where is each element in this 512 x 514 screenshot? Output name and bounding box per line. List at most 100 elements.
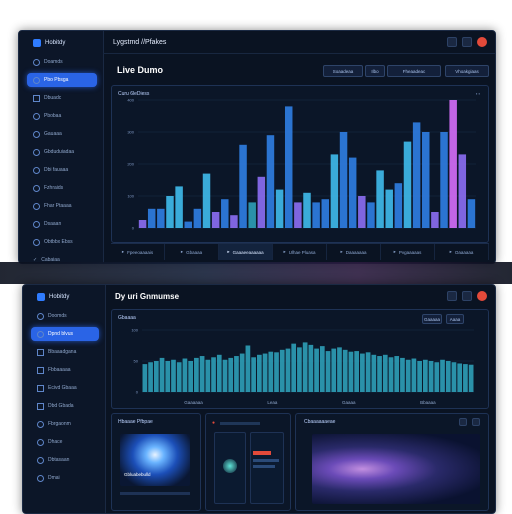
chart-bar[interactable] (394, 183, 403, 228)
chart-bar[interactable] (205, 359, 211, 392)
chart-bar[interactable] (194, 357, 199, 392)
chart-bar[interactable] (382, 354, 388, 392)
expand-icon[interactable] (459, 418, 467, 426)
chart-bar[interactable] (245, 345, 251, 393)
chart-bar[interactable] (449, 100, 457, 228)
chart-bar[interactable] (354, 351, 360, 392)
chart-bar[interactable] (175, 186, 183, 228)
tab[interactable]: ▸ Oaaaaaa (435, 244, 489, 260)
sidebar-item[interactable]: Doomds (31, 309, 99, 323)
chart-bar[interactable] (457, 363, 463, 392)
toolbar-button-1[interactable]: Soaadeaa (323, 65, 363, 77)
chart-bar[interactable] (422, 359, 428, 392)
sidebar-item[interactable]: Dpnd blvus (31, 327, 99, 341)
sidebar-item[interactable]: Fbrgaonm (31, 417, 99, 431)
user-icon[interactable] (462, 291, 472, 301)
chart-bar[interactable] (417, 361, 422, 392)
chart-bar[interactable] (216, 354, 222, 392)
chart-bar[interactable] (176, 362, 182, 392)
sidebar-item[interactable]: Dbd Gbada (31, 399, 99, 413)
chart-bar[interactable] (211, 357, 216, 392)
chart-bar[interactable] (458, 154, 467, 228)
chart-bar[interactable] (248, 202, 256, 228)
chart-bar[interactable] (451, 362, 457, 392)
app-logo[interactable]: Hobitdy (33, 39, 65, 47)
chart-bar[interactable] (337, 347, 342, 392)
settings-icon[interactable] (462, 37, 472, 47)
chart-bar[interactable] (422, 132, 430, 228)
chart-bar[interactable] (268, 351, 274, 392)
chart-bar[interactable] (431, 212, 439, 228)
chart-bar[interactable] (463, 364, 468, 392)
chart-bar[interactable] (184, 221, 192, 228)
chart-bar[interactable] (291, 343, 297, 392)
close-icon[interactable] (477, 291, 487, 301)
chart-bar[interactable] (157, 208, 165, 228)
chart-bar[interactable] (434, 362, 440, 392)
chart-bar[interactable] (239, 353, 245, 392)
chart-bar[interactable] (251, 357, 256, 392)
chart-bar[interactable] (348, 351, 354, 392)
chart-bar[interactable] (199, 356, 205, 392)
chart-bar[interactable] (468, 364, 474, 392)
chart-bar[interactable] (138, 220, 147, 228)
chart-bar[interactable] (377, 356, 382, 392)
chart-bar[interactable] (440, 359, 445, 392)
sidebar-item[interactable]: Pbo Pbsga (27, 73, 97, 87)
toolbar-button-3[interactable]: Fheaadeac (387, 65, 441, 77)
tab[interactable]: ▸ Gaaaeeaaaaaa (219, 244, 273, 260)
chart-bar[interactable] (257, 176, 266, 228)
chart-bar[interactable] (319, 346, 325, 392)
tab[interactable]: ▸ Fpeeoaaaais (111, 244, 165, 260)
chart-bar[interactable] (202, 173, 211, 228)
chart-bar[interactable] (339, 132, 348, 228)
chart-bar[interactable] (166, 196, 174, 228)
chart-bar[interactable] (312, 202, 320, 228)
chart-bar[interactable] (165, 361, 171, 392)
sidebar-item[interactable]: Pbobaa (27, 109, 97, 123)
chart-bar[interactable] (412, 122, 421, 228)
sidebar-item[interactable]: Dbtasaan (31, 453, 99, 467)
chart-bar[interactable] (331, 348, 337, 392)
chart-bar[interactable] (445, 361, 451, 392)
chart-bar[interactable] (388, 357, 394, 392)
tab[interactable]: ▸ Ulhae Pluasa (273, 244, 327, 260)
chart-bar[interactable] (275, 189, 284, 228)
toolbar-button-4[interactable]: Vhoakgiaas (445, 65, 489, 77)
chart-bar[interactable] (222, 359, 228, 392)
sidebar-item[interactable]: Ecivd Gbaaa (31, 381, 99, 395)
chart-bar[interactable] (365, 352, 371, 392)
chart-bar[interactable] (256, 354, 262, 392)
sidebar-item[interactable]: Dmai (31, 471, 99, 485)
chart-bar[interactable] (348, 157, 357, 228)
chart-bar[interactable] (234, 356, 239, 392)
chart-bar[interactable] (294, 202, 302, 228)
sidebar-item[interactable]: Dhace (31, 435, 99, 449)
chart-bar[interactable] (308, 344, 314, 392)
notification-icon[interactable] (447, 37, 457, 47)
chart-bar[interactable] (360, 353, 365, 392)
sidebar-item[interactable]: Fzhraids (27, 181, 97, 195)
sidebar-item[interactable]: Dbi fauaaa (27, 163, 97, 177)
chart-bar[interactable] (297, 347, 302, 392)
chart-bar[interactable] (403, 141, 412, 228)
tab[interactable]: ▸ Pvgaaaaas (381, 244, 435, 260)
chart-bar[interactable] (376, 170, 384, 228)
chart-bar[interactable] (284, 106, 293, 228)
chart-bar[interactable] (467, 199, 476, 228)
app-logo[interactable]: Hobitdy (37, 293, 69, 301)
chart-bar[interactable] (153, 361, 159, 392)
chart-bar[interactable] (325, 351, 331, 392)
chart-bar[interactable] (266, 135, 275, 228)
tab[interactable]: ▸ Gbaaaa (165, 244, 219, 260)
chart-bar[interactable] (279, 349, 285, 392)
sidebar-item[interactable]: Gauaaa (27, 127, 97, 141)
sidebar-item[interactable]: Dbuadc (27, 91, 97, 105)
chart-bar[interactable] (188, 361, 194, 392)
sidebar-item[interactable]: Doamds (27, 55, 97, 69)
chart-bar[interactable] (230, 215, 238, 228)
chart-bar[interactable] (428, 361, 434, 392)
sidebar-item[interactable]: Gbduduiadaa (27, 145, 97, 159)
sidebar-item[interactable]: Bbaaadgana (31, 345, 99, 359)
chart-bar[interactable] (262, 353, 268, 392)
